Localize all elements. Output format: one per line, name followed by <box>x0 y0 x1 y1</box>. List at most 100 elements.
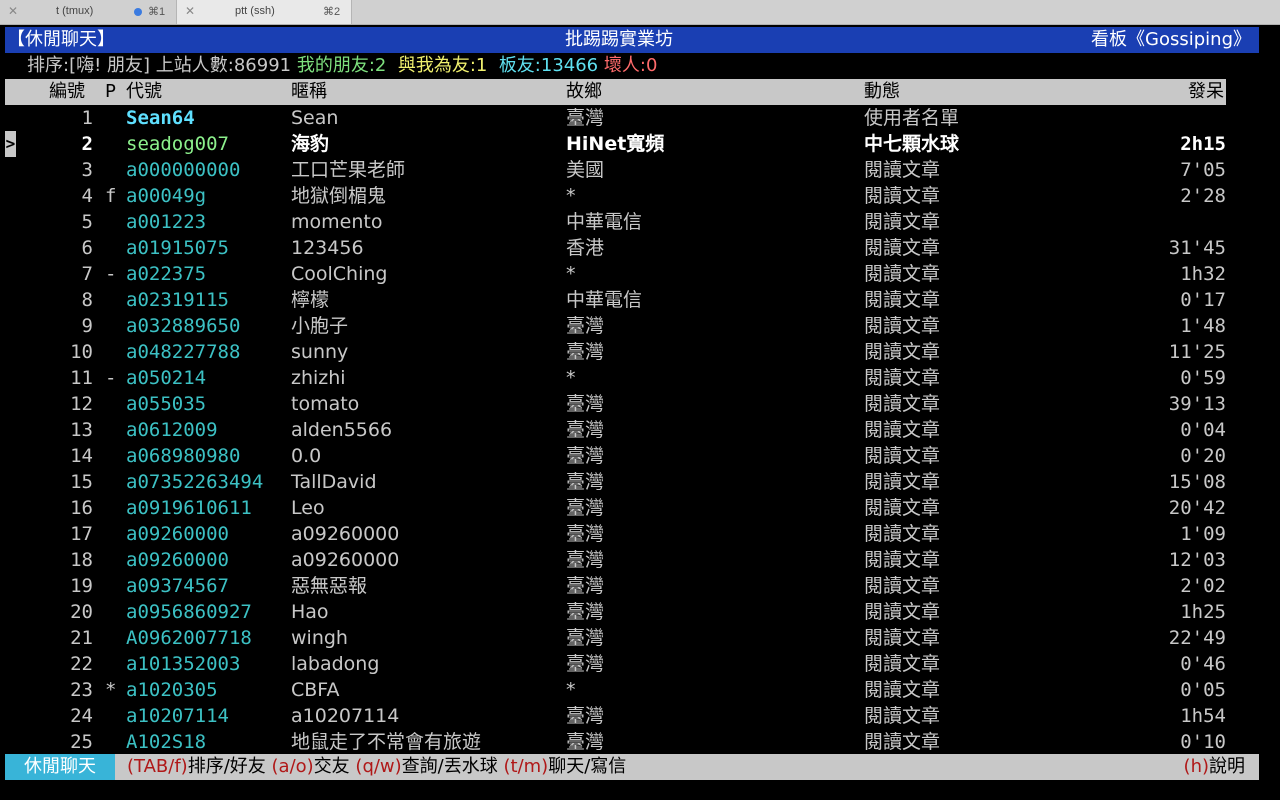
user-list: 1 Sean64 Sean 臺灣 使用者名單 >2 seadog007 海豹 HiNet寬頻 中七… <box>0 105 1280 755</box>
user-id: a050214 <box>126 367 207 389</box>
user-nickname: tomato <box>291 393 360 415</box>
user-idle-time: 1h54 <box>1180 705 1226 727</box>
user-origin: 臺灣 <box>566 731 605 753</box>
close-icon[interactable]: ✕ <box>185 4 195 18</box>
user-origin: 臺灣 <box>566 341 605 363</box>
user-row[interactable]: 11- a050214 zhizhi * 閱讀文章 0'59 <box>0 365 1280 391</box>
user-row[interactable]: 20 a0956860927 Hao 臺灣 閱讀文章 1h25 <box>0 599 1280 625</box>
key-hint-key[interactable]: (q/w) <box>355 756 401 777</box>
user-origin: 臺灣 <box>566 575 605 597</box>
bad-people-count: 壞人:0 <box>603 55 658 76</box>
user-activity: 閱讀文章 <box>864 315 941 337</box>
user-row[interactable]: 16 a0919610611 Leo 臺灣 閱讀文章 20'42 <box>0 495 1280 521</box>
user-pager-flag: f <box>105 185 117 207</box>
user-idle-time: 7'05 <box>1180 159 1226 181</box>
user-row[interactable]: 18 a09260000 a09260000 臺灣 閱讀文章 12'03 <box>0 547 1280 573</box>
user-row[interactable]: 21 A0962007718 wingh 臺灣 閱讀文章 22'49 <box>0 625 1280 651</box>
help-hint[interactable]: (h)說明 <box>1184 754 1245 780</box>
user-origin: 臺灣 <box>566 627 605 649</box>
column-header: 編號 P 代號 暱稱 故鄉 動態 發呆 <box>5 79 1226 105</box>
user-origin: * <box>566 263 576 285</box>
user-origin: 臺灣 <box>566 445 605 467</box>
col-nick: 暱稱 <box>291 81 327 102</box>
col-idle: 發呆 <box>1188 81 1224 102</box>
tab-bar: ✕ t (tmux) ⌘1 ✕ ptt (ssh) ⌘2 <box>0 0 1280 25</box>
user-nickname: a09260000 <box>291 549 400 571</box>
user-row[interactable]: 24 a10207114 a10207114 臺灣 閱讀文章 1h54 <box>0 703 1280 729</box>
key-hint-desc: 排序/好友 <box>187 756 266 777</box>
user-id: a048227788 <box>126 341 241 363</box>
tab-tmux[interactable]: ✕ t (tmux) ⌘1 <box>0 0 177 24</box>
user-row[interactable]: 1 Sean64 Sean 臺灣 使用者名單 <box>0 105 1280 131</box>
user-row[interactable]: 23 * a1020305 CBFA * 閱讀文章 0'05 <box>0 677 1280 703</box>
user-idle-time: 15'08 <box>1168 471 1226 493</box>
user-id: a001223 <box>126 211 207 233</box>
col-p: P <box>105 81 116 102</box>
user-row[interactable]: 4 f a00049g 地獄倒楣鬼 * 閱讀文章 2'28 <box>0 183 1280 209</box>
user-number: 4 <box>81 185 93 207</box>
user-activity: 閱讀文章 <box>864 445 941 467</box>
user-row[interactable]: 22 a101352003 labadong 臺灣 閱讀文章 0'46 <box>0 651 1280 677</box>
user-number: 25 <box>70 731 93 753</box>
user-activity: 閱讀文章 <box>864 289 941 311</box>
user-activity: 閱讀文章 <box>864 237 941 259</box>
user-idle-time: 1h25 <box>1180 601 1226 623</box>
user-id: a09260000 <box>126 549 229 571</box>
my-friends-count: 我的朋友:2 <box>296 55 387 76</box>
user-activity: 閱讀文章 <box>864 159 941 181</box>
user-idle-time: 0'59 <box>1180 367 1226 389</box>
user-number: 18 <box>70 549 93 571</box>
tab-ptt[interactable]: ✕ ptt (ssh) ⌘2 <box>177 0 352 24</box>
user-idle-time: 2'02 <box>1180 575 1226 597</box>
user-id: seadog007 <box>126 133 229 155</box>
mode-badge: 休閒聊天 <box>5 754 115 780</box>
user-activity: 閱讀文章 <box>864 601 941 623</box>
user-origin: * <box>566 185 576 207</box>
user-row[interactable]: 7- a022375 CoolChing * 閱讀文章 1h32 <box>0 261 1280 287</box>
user-id: a09374567 <box>126 575 229 597</box>
user-row[interactable]: 12 a055035 tomato 臺灣 閱讀文章 39'13 <box>0 391 1280 417</box>
user-activity: 閱讀文章 <box>864 523 941 545</box>
user-row[interactable]: 13 a0612009 alden5566 臺灣 閱讀文章 0'04 <box>0 417 1280 443</box>
user-row[interactable]: 8 a02319115 檸檬 中華電信 閱讀文章 0'17 <box>0 287 1280 313</box>
user-row[interactable]: 14 a068980980 0.0 臺灣 閱讀文章 0'20 <box>0 443 1280 469</box>
user-row[interactable]: 6 a01915075 123456 香港 閱讀文章 31'45 <box>0 235 1280 261</box>
user-row[interactable]: 5 a001223 momento 中華電信 閱讀文章 <box>0 209 1280 235</box>
board-friends-count: 板友:13466 <box>498 55 599 76</box>
user-id: a101352003 <box>126 653 241 675</box>
key-hint-key[interactable]: (TAB/f) <box>127 756 188 777</box>
user-id: a09260000 <box>126 523 229 545</box>
user-idle-time: 2h15 <box>1180 133 1226 155</box>
terminal[interactable]: 【休閒聊天】 批踢踢實業坊 看板《Gossiping》 排序:[嗨! 朋友] 上… <box>0 25 1280 800</box>
user-number: 16 <box>70 497 93 519</box>
user-id: a0612009 <box>126 419 218 441</box>
user-origin: 臺灣 <box>566 315 605 337</box>
user-activity: 閱讀文章 <box>864 341 941 363</box>
user-number: 20 <box>70 601 93 623</box>
user-row[interactable]: 19 a09374567 惡無惡報 臺灣 閱讀文章 2'02 <box>0 573 1280 599</box>
close-icon[interactable]: ✕ <box>8 4 18 18</box>
key-hint-key[interactable]: (a/o) <box>272 756 314 777</box>
user-number: 3 <box>81 159 93 181</box>
key-hint-key[interactable]: (t/m) <box>504 756 549 777</box>
user-activity: 閱讀文章 <box>864 575 941 597</box>
user-id: a0956860927 <box>126 601 252 623</box>
user-number: 7 <box>81 263 93 285</box>
user-id: A102S18 <box>126 731 207 753</box>
user-number: 5 <box>81 211 93 233</box>
user-row[interactable]: 10 a048227788 sunny 臺灣 閱讀文章 11'25 <box>0 339 1280 365</box>
user-row[interactable]: 9 a032889650 小胞子 臺灣 閱讀文章 1'48 <box>0 313 1280 339</box>
user-id: a000000000 <box>126 159 241 181</box>
user-row[interactable]: 25 A102S18 地鼠走了不常會有旅遊 臺灣 閱讀文章 0'10 <box>0 729 1280 755</box>
user-row[interactable]: 15 a07352263494 TallDavid 臺灣 閱讀文章 15'08 <box>0 469 1280 495</box>
user-row[interactable]: 3 a000000000 工口芒果老師 美國 閱讀文章 7'05 <box>0 157 1280 183</box>
user-row[interactable]: 17 a09260000 a09260000 臺灣 閱讀文章 1'09 <box>0 521 1280 547</box>
user-origin: 臺灣 <box>566 549 605 571</box>
user-activity: 閱讀文章 <box>864 497 941 519</box>
user-number: 12 <box>70 393 93 415</box>
user-id: Sean64 <box>126 107 195 129</box>
friend-of-count: 與我為友:1 <box>397 55 488 76</box>
key-hints: (TAB/f)排序/好友 (a/o)交友 (q/w)查詢/丟水球 (t/m)聊天… <box>127 754 626 780</box>
user-row[interactable]: >2 seadog007 海豹 HiNet寬頻 中七顆水球 2h15 <box>0 131 1280 157</box>
user-number: 24 <box>70 705 93 727</box>
